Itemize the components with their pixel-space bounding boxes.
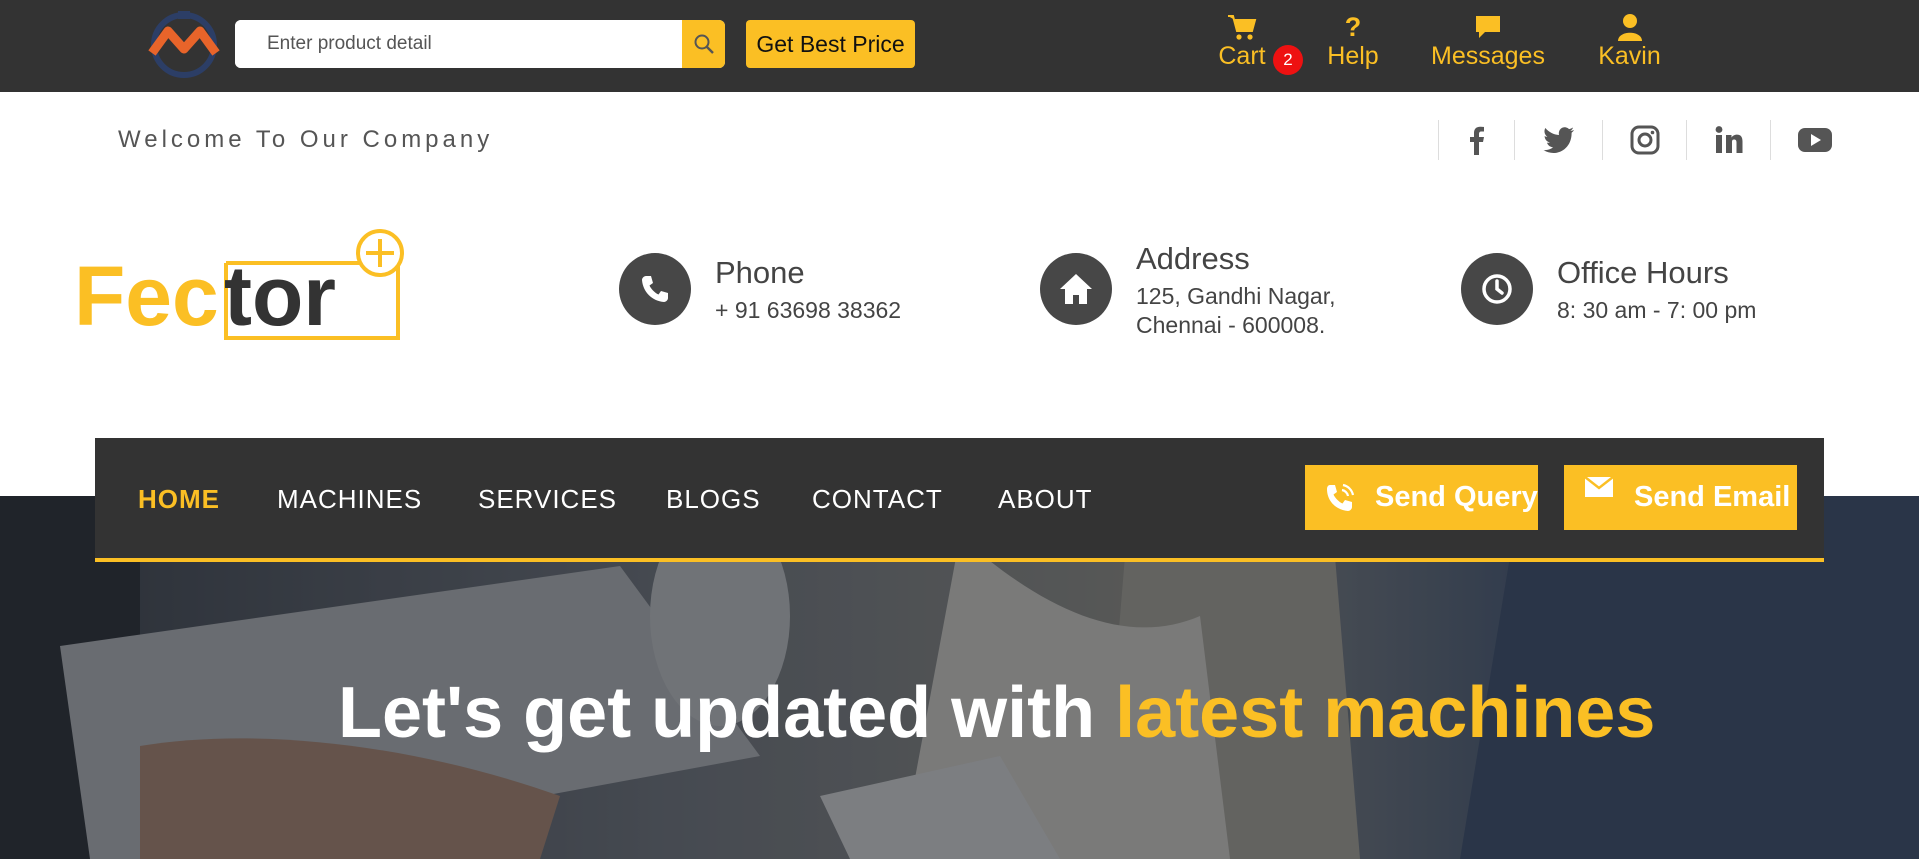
- cart-icon: [1228, 15, 1257, 40]
- clock-icon: [1482, 274, 1512, 304]
- search-button[interactable]: [682, 20, 725, 68]
- hero-headline: Let's get updated with latest machines: [338, 672, 1655, 754]
- cart-link[interactable]: Cart: [1216, 12, 1268, 71]
- twitter-icon[interactable]: [1514, 120, 1602, 160]
- envelope-icon: [1584, 475, 1614, 497]
- phone-value[interactable]: + 91 63698 38362: [715, 295, 901, 325]
- send-query-button[interactable]: Send Query: [1305, 465, 1538, 530]
- instagram-icon[interactable]: [1602, 120, 1686, 160]
- cart-label: Cart: [1218, 42, 1266, 70]
- hero-headline-highlight: latest machines: [1115, 673, 1656, 753]
- send-email-button[interactable]: Send Email: [1564, 465, 1797, 530]
- nav-blogs[interactable]: BLOGS: [666, 484, 761, 515]
- home-icon: [1060, 274, 1092, 304]
- messages-link[interactable]: Messages: [1425, 12, 1551, 71]
- hero-headline-main: Let's get updated with: [338, 673, 1116, 753]
- nav-about[interactable]: ABOUT: [998, 484, 1093, 515]
- logo-text-tor: tor: [224, 249, 336, 343]
- user-label: Kavin: [1598, 42, 1661, 70]
- nav-contact[interactable]: CONTACT: [812, 484, 943, 515]
- message-icon: [1476, 16, 1500, 38]
- welcome-text: Welcome To Our Company: [118, 126, 494, 153]
- help-link[interactable]: ? Help: [1324, 12, 1382, 71]
- search-icon: [694, 34, 714, 54]
- clock-icon-circle: [1461, 253, 1533, 325]
- nav-machines[interactable]: MACHINES: [277, 484, 422, 515]
- youtube-icon[interactable]: [1770, 120, 1858, 160]
- linkedin-icon[interactable]: [1686, 120, 1770, 160]
- address-line2: Chennai - 600008.: [1136, 312, 1326, 338]
- phone-call-icon: [1327, 483, 1355, 511]
- search-input[interactable]: [235, 20, 683, 68]
- send-query-label: Send Query: [1375, 481, 1538, 513]
- phone-icon: [642, 276, 668, 302]
- messages-label: Messages: [1431, 42, 1545, 70]
- phone-title: Phone: [715, 255, 805, 290]
- nav-services[interactable]: SERVICES: [478, 484, 617, 515]
- send-email-label: Send Email: [1634, 481, 1791, 513]
- office-hours-title: Office Hours: [1557, 255, 1729, 290]
- address-title: Address: [1136, 241, 1250, 276]
- facebook-icon[interactable]: [1438, 120, 1514, 160]
- question-icon: ?: [1344, 12, 1362, 42]
- user-icon: [1617, 14, 1642, 41]
- home-icon-circle: [1040, 253, 1112, 325]
- phone-icon-circle: [619, 253, 691, 325]
- nav-home[interactable]: HOME: [138, 484, 220, 515]
- address-line1: 125, Gandhi Nagar,: [1136, 283, 1336, 309]
- fector-logo[interactable]: Fec tor: [74, 225, 406, 345]
- cart-count-badge: 2: [1273, 45, 1303, 75]
- office-hours-value: 8: 30 am - 7: 00 pm: [1557, 297, 1757, 323]
- get-best-price-button[interactable]: Get Best Price: [746, 20, 915, 68]
- help-label: Help: [1327, 42, 1379, 70]
- search-box: [235, 20, 725, 68]
- user-account-link[interactable]: Kavin: [1592, 12, 1667, 71]
- site-logo-icon[interactable]: [146, 9, 222, 79]
- logo-text-fec: Fec: [74, 249, 219, 343]
